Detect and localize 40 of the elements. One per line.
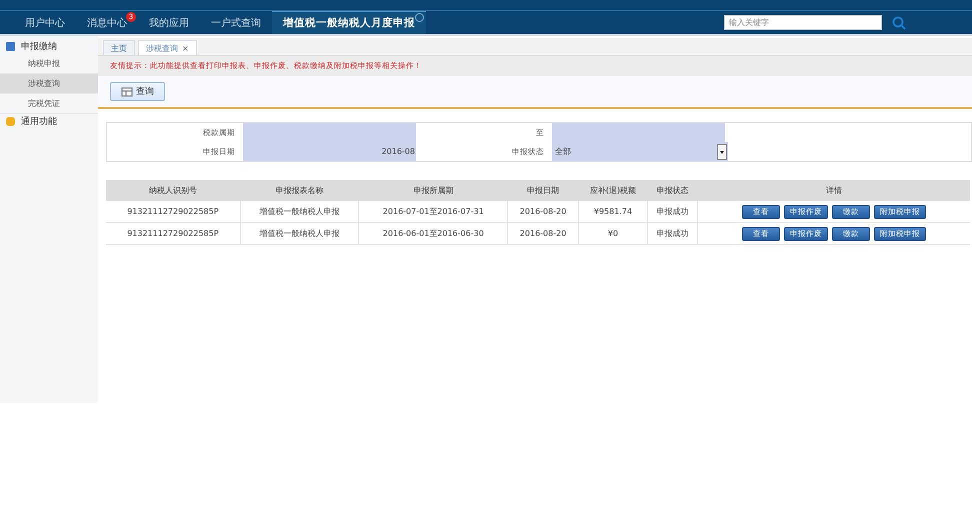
search-icon[interactable] [892,16,906,30]
page-tab[interactable]: 涉税查询 × [138,40,197,55]
table-icon [121,86,133,98]
square-icon [6,42,15,51]
table-cell: 2016-06-01至2016-06-30 [358,222,508,244]
close-icon[interactable]: × [182,44,189,52]
input-field[interactable] [243,123,416,142]
sidebar-group[interactable]: 通用功能 [21,115,57,128]
table-cell: 2016-07-01至2016-07-31 [358,201,508,222]
column-header: 申报所属期 [358,180,508,201]
table-cell: 91321112729022585P [106,222,240,244]
table-cell: ¥0 [578,222,648,244]
table-cell: 增值税一般纳税人申报 [240,222,359,244]
sidebar-group[interactable]: 申报缴纳 [21,40,57,53]
column-header: 申报日期 [508,180,578,201]
input-field[interactable]: 2016-08 [243,142,416,161]
table-cell: ¥9581.74 [578,201,648,222]
table-cell: 申报成功 [647,201,698,222]
search-field[interactable]: 输入关键字 [724,15,882,30]
nav-tab[interactable]: 我的应用 [138,11,200,34]
close-icon[interactable] [415,13,424,22]
column-header: 申报报表名称 [240,180,359,201]
input-field[interactable] [552,123,725,142]
column-header: 申报状态 [647,180,698,201]
table-cell: 91321112729022585P [106,201,240,222]
table-cell: 2016-08-20 [508,201,578,222]
column-header: 详情 [698,180,970,201]
dropdown[interactable]: 全部 [552,142,728,161]
column-header: 应补(退)税额 [578,180,648,201]
nav-tab[interactable]: 增值税一般纳税人月度申报 [272,11,426,34]
nav-tab[interactable]: 用户中心 [14,11,76,34]
nav-tab[interactable]: 一户式查询 [200,11,272,34]
table-cell: 申报成功 [647,222,698,244]
table-cell: 2016-08-20 [508,222,578,244]
sidebar-item[interactable]: 涉税查询 [0,74,98,94]
query-button[interactable]: 查询 [110,82,165,101]
page-tab[interactable]: 主页 [103,40,135,55]
speech-bubble-icon [6,117,15,126]
table-cell: 增值税一般纳税人申报 [240,201,359,222]
column-header: 纳税人识别号 [106,180,240,201]
